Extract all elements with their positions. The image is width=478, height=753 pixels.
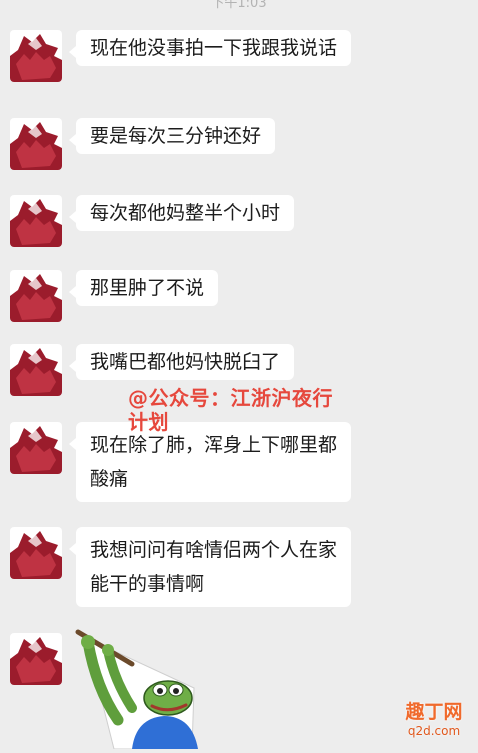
message-bubble[interactable]: 我想问问有啥情侣两个人在家 能干的事情啊	[68, 527, 352, 607]
avatar[interactable]	[10, 422, 62, 474]
avatar-icon	[10, 527, 62, 579]
message-text-line: 能干的事情啊	[90, 573, 205, 595]
message-text: 现在他没事拍一下我跟我说话	[90, 37, 338, 59]
message-row: 现在除了肺，浑身上下哪里都 酸痛	[10, 422, 352, 502]
avatar-icon	[10, 422, 62, 474]
message-row: 每次都他妈整半个小时	[10, 195, 295, 247]
message-text: 我嘴巴都他妈快脱臼了	[90, 351, 281, 373]
avatar[interactable]	[10, 344, 62, 396]
watermark-line: 计划	[128, 410, 169, 434]
message-row: 要是每次三分钟还好	[10, 118, 276, 170]
timestamp: 下午1:03	[211, 0, 267, 11]
avatar-icon	[10, 118, 62, 170]
message-bubble[interactable]: 我嘴巴都他妈快脱臼了	[68, 344, 295, 380]
message-bubble[interactable]: 要是每次三分钟还好	[68, 118, 276, 154]
message-row: 我想问问有啥情侣两个人在家 能干的事情啊	[10, 527, 352, 607]
avatar-icon	[10, 270, 62, 322]
avatar-icon	[10, 633, 62, 685]
site-logo-domain: q2d.com	[407, 724, 461, 738]
watermark: @公众号：江浙沪夜行 计划	[128, 386, 398, 434]
avatar[interactable]	[10, 527, 62, 579]
message-bubble[interactable]: 那里肿了不说	[68, 270, 219, 306]
pepe-frog-sticker[interactable]	[74, 628, 204, 750]
message-text: 要是每次三分钟还好	[90, 125, 262, 147]
site-logo-name: 趣丁网	[405, 701, 463, 723]
message-row: 那里肿了不说	[10, 270, 219, 322]
avatar[interactable]	[10, 30, 62, 82]
message-bubble[interactable]: 现在除了肺，浑身上下哪里都 酸痛	[68, 422, 352, 502]
pepe-frog-icon	[75, 629, 198, 750]
avatar-icon	[10, 195, 62, 247]
site-logo: 趣丁网 q2d.com	[396, 701, 472, 745]
message-row: 现在他没事拍一下我跟我说话	[10, 30, 352, 82]
avatar[interactable]	[10, 633, 62, 685]
message-bubble[interactable]: 每次都他妈整半个小时	[68, 195, 295, 231]
watermark-line: @公众号：江浙沪夜行	[128, 386, 333, 410]
avatar[interactable]	[10, 270, 62, 322]
chat-window: 下午1:03 现在他没事拍一下我跟我说话 要是每次三分钟还好 每次都他妈整半个小…	[0, 0, 478, 750]
message-bubble[interactable]: 现在他没事拍一下我跟我说话	[68, 30, 352, 66]
message-text: 每次都他妈整半个小时	[90, 202, 281, 224]
avatar-icon	[10, 30, 62, 82]
avatar[interactable]	[10, 195, 62, 247]
message-row	[10, 633, 62, 685]
message-text-line: 酸痛	[90, 468, 129, 490]
avatar[interactable]	[10, 118, 62, 170]
message-text-line: 我想问问有啥情侣两个人在家	[90, 539, 338, 561]
avatar-icon	[10, 344, 62, 396]
message-text: 那里肿了不说	[90, 277, 205, 299]
